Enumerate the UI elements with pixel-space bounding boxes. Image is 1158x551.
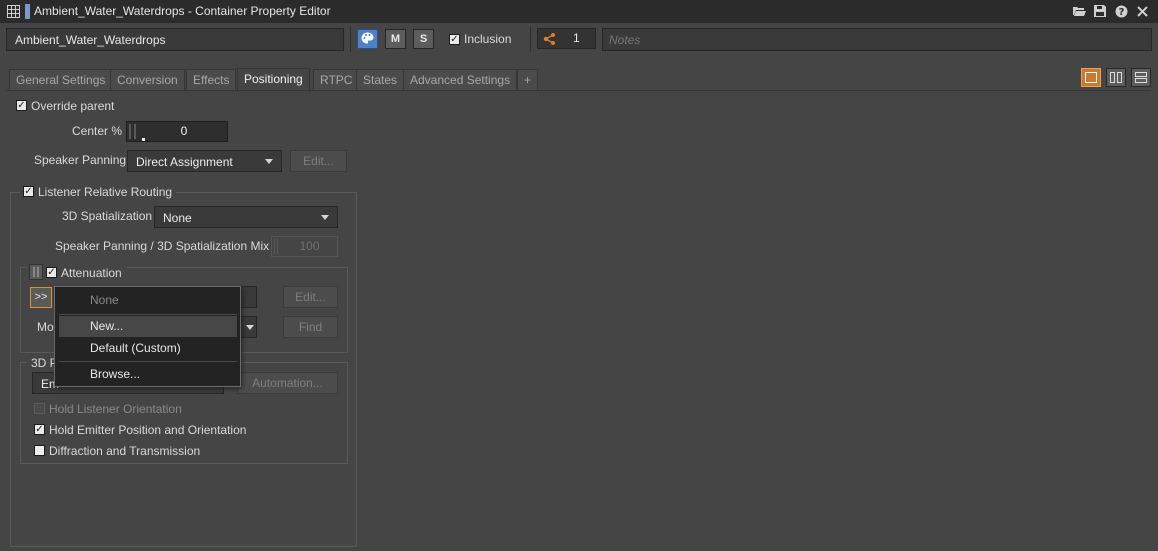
- automation-button[interactable]: Automation...: [237, 372, 338, 394]
- tab-underline: [6, 90, 1151, 91]
- chevron-down-icon: [321, 215, 329, 220]
- diffraction-checkbox[interactable]: [34, 445, 45, 456]
- attenuation-checkbox[interactable]: ✓: [46, 267, 57, 278]
- hold-emitter-checkbox[interactable]: ✓: [34, 424, 45, 435]
- single-pane-layout-button[interactable]: [1081, 68, 1101, 87]
- tab-advanced-settings[interactable]: Advanced Settings: [403, 69, 518, 91]
- chevron-down-icon: [265, 159, 273, 164]
- find-button[interactable]: Find: [283, 316, 338, 338]
- speaker-panning-dropdown[interactable]: Direct Assignment: [127, 150, 282, 172]
- spatialization-label: 3D Spatialization: [62, 209, 153, 223]
- save-icon[interactable]: [1092, 3, 1108, 19]
- color-picker-button[interactable]: [357, 29, 378, 49]
- color-tag: [25, 4, 30, 19]
- menu-separator: [59, 361, 237, 362]
- override-parent-label: Override parent: [31, 99, 115, 113]
- share-count: 1: [573, 31, 580, 45]
- split-pane-layout-button[interactable]: [1106, 68, 1126, 87]
- center-marker: [142, 138, 145, 141]
- close-icon[interactable]: [1134, 3, 1150, 19]
- help-icon[interactable]: ?: [1113, 3, 1129, 19]
- center-slider[interactable]: 0: [126, 121, 228, 142]
- speaker-panning-value: Direct Assignment: [136, 155, 233, 169]
- chevron-down-icon: [246, 325, 254, 330]
- title-bar: Ambient_Water_Waterdrops - Container Pro…: [0, 0, 1158, 23]
- listener-relative-routing-checkbox[interactable]: ✓: [23, 186, 34, 197]
- tab-states[interactable]: States: [356, 69, 405, 91]
- layout-stacked-icon: [1135, 72, 1147, 77]
- tab-effects[interactable]: Effects: [186, 69, 237, 91]
- mix-label: Speaker Panning / 3D Spatialization Mix: [55, 239, 270, 253]
- attenuation-mode-label: Mo: [37, 320, 54, 334]
- layout-split-icon: [1110, 72, 1115, 83]
- center-label: Center %: [72, 124, 123, 138]
- mix-value: 100: [299, 239, 320, 253]
- tab-add[interactable]: +: [517, 69, 539, 91]
- object-name-field[interactable]: Ambient_Water_Waterdrops: [6, 28, 344, 51]
- solo-button[interactable]: S: [413, 29, 434, 49]
- mix-slider[interactable]: 100: [271, 236, 338, 257]
- spatialization-dropdown[interactable]: None: [154, 206, 338, 228]
- spatialization-value: None: [163, 211, 192, 225]
- speaker-panning-edit-button[interactable]: Edit...: [290, 150, 347, 172]
- window-title: Ambient_Water_Waterdrops - Container Pro…: [34, 4, 331, 18]
- tab-conversion[interactable]: Conversion: [110, 69, 185, 91]
- svg-text:?: ?: [1118, 7, 1124, 18]
- menu-item-browse[interactable]: Browse...: [59, 364, 237, 385]
- menu-item-default-custom[interactable]: Default (Custom): [59, 338, 237, 359]
- layout-single-icon: [1085, 72, 1097, 83]
- attenuation-expand-button[interactable]: >>: [30, 287, 52, 308]
- hold-listener-checkbox[interactable]: [34, 403, 45, 414]
- folder-open-icon[interactable]: [1071, 3, 1087, 19]
- attenuation-label: Attenuation: [61, 266, 122, 280]
- attenuation-context-menu: None New... Default (Custom) Browse...: [54, 286, 241, 387]
- override-parent-checkbox[interactable]: ✓: [16, 100, 27, 111]
- tab-positioning[interactable]: Positioning: [237, 68, 310, 92]
- hold-emitter-label: Hold Emitter Position and Orientation: [49, 423, 247, 437]
- speaker-panning-label: Speaker Panning: [34, 153, 127, 167]
- notes-field[interactable]: Notes: [602, 28, 1152, 51]
- share-sets-button[interactable]: 1: [537, 28, 596, 49]
- stacked-layout-button[interactable]: [1131, 68, 1151, 87]
- mute-button[interactable]: M: [385, 29, 406, 49]
- diffraction-label: Diffraction and Transmission: [49, 444, 201, 458]
- hold-listener-label: Hold Listener Orientation: [49, 402, 182, 416]
- menu-item-none[interactable]: None: [59, 290, 237, 311]
- grid-icon[interactable]: [5, 3, 21, 19]
- tab-rtpc[interactable]: RTPC: [313, 69, 360, 91]
- menu-item-new[interactable]: New...: [59, 316, 237, 337]
- divider: [350, 27, 351, 52]
- attenuation-link-icon[interactable]: [29, 264, 43, 280]
- attenuation-edit-button[interactable]: Edit...: [283, 286, 338, 308]
- inclusion-label: Inclusion: [464, 32, 512, 46]
- listener-relative-routing-label: Listener Relative Routing: [38, 185, 173, 199]
- tab-general-settings[interactable]: General Settings: [9, 69, 113, 91]
- palette-icon: [361, 32, 374, 47]
- divider: [530, 27, 531, 52]
- center-value: 0: [180, 124, 188, 138]
- share-icon: [542, 31, 558, 50]
- inclusion-checkbox[interactable]: ✓: [449, 34, 460, 45]
- menu-separator: [59, 314, 237, 315]
